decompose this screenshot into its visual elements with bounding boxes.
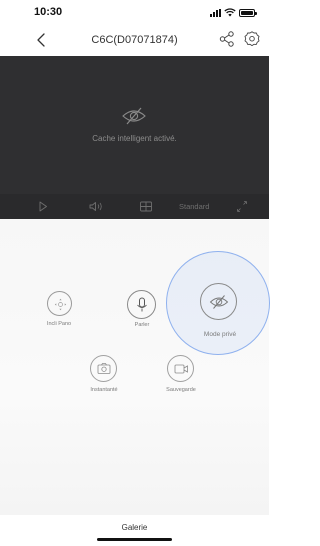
privacy-mode-button[interactable]	[200, 283, 237, 320]
speak-label: Parler	[134, 322, 150, 328]
video-record-icon	[174, 364, 188, 374]
camera-icon	[97, 363, 111, 374]
status-time: 10:30	[34, 6, 63, 18]
quality-selector[interactable]: Standard	[179, 202, 209, 215]
privacy-mode-label: Mode privé	[203, 331, 237, 338]
microphone-icon	[137, 297, 147, 312]
fullscreen-icon[interactable]	[236, 200, 248, 213]
video-controls-bar: Standard	[0, 194, 269, 219]
nav-bar: C6C(D07071874)	[0, 26, 269, 54]
gallery-link[interactable]: Galerie	[0, 523, 269, 532]
wifi-icon	[224, 8, 236, 17]
init-pano-label: Incli Pano	[46, 321, 72, 327]
privacy-message: Cache intelligent activé.	[92, 134, 177, 143]
signal-icon	[210, 8, 221, 17]
init-pano-button[interactable]	[47, 291, 72, 316]
privacy-eye-slash-icon	[209, 295, 229, 309]
home-indicator[interactable]	[97, 538, 172, 541]
video-preview[interactable]: Cache intelligent activé.	[0, 56, 269, 194]
grid-layout-icon[interactable]	[139, 200, 153, 213]
speak-button[interactable]	[127, 290, 156, 319]
pan-tilt-arrows-icon	[54, 298, 67, 311]
status-bar: 10:30	[0, 0, 269, 24]
battery-icon	[239, 8, 257, 17]
privacy-eye-slash-icon	[122, 107, 146, 125]
record-button[interactable]	[167, 355, 194, 382]
snapshot-button[interactable]	[90, 355, 117, 382]
record-label: Sauvegarde	[166, 387, 196, 393]
share-icon[interactable]	[218, 30, 236, 48]
settings-gear-icon[interactable]	[243, 30, 261, 48]
volume-icon[interactable]	[88, 200, 104, 213]
snapshot-label: Instantanté	[90, 387, 118, 393]
play-icon[interactable]	[38, 200, 48, 213]
status-icons	[210, 8, 257, 17]
